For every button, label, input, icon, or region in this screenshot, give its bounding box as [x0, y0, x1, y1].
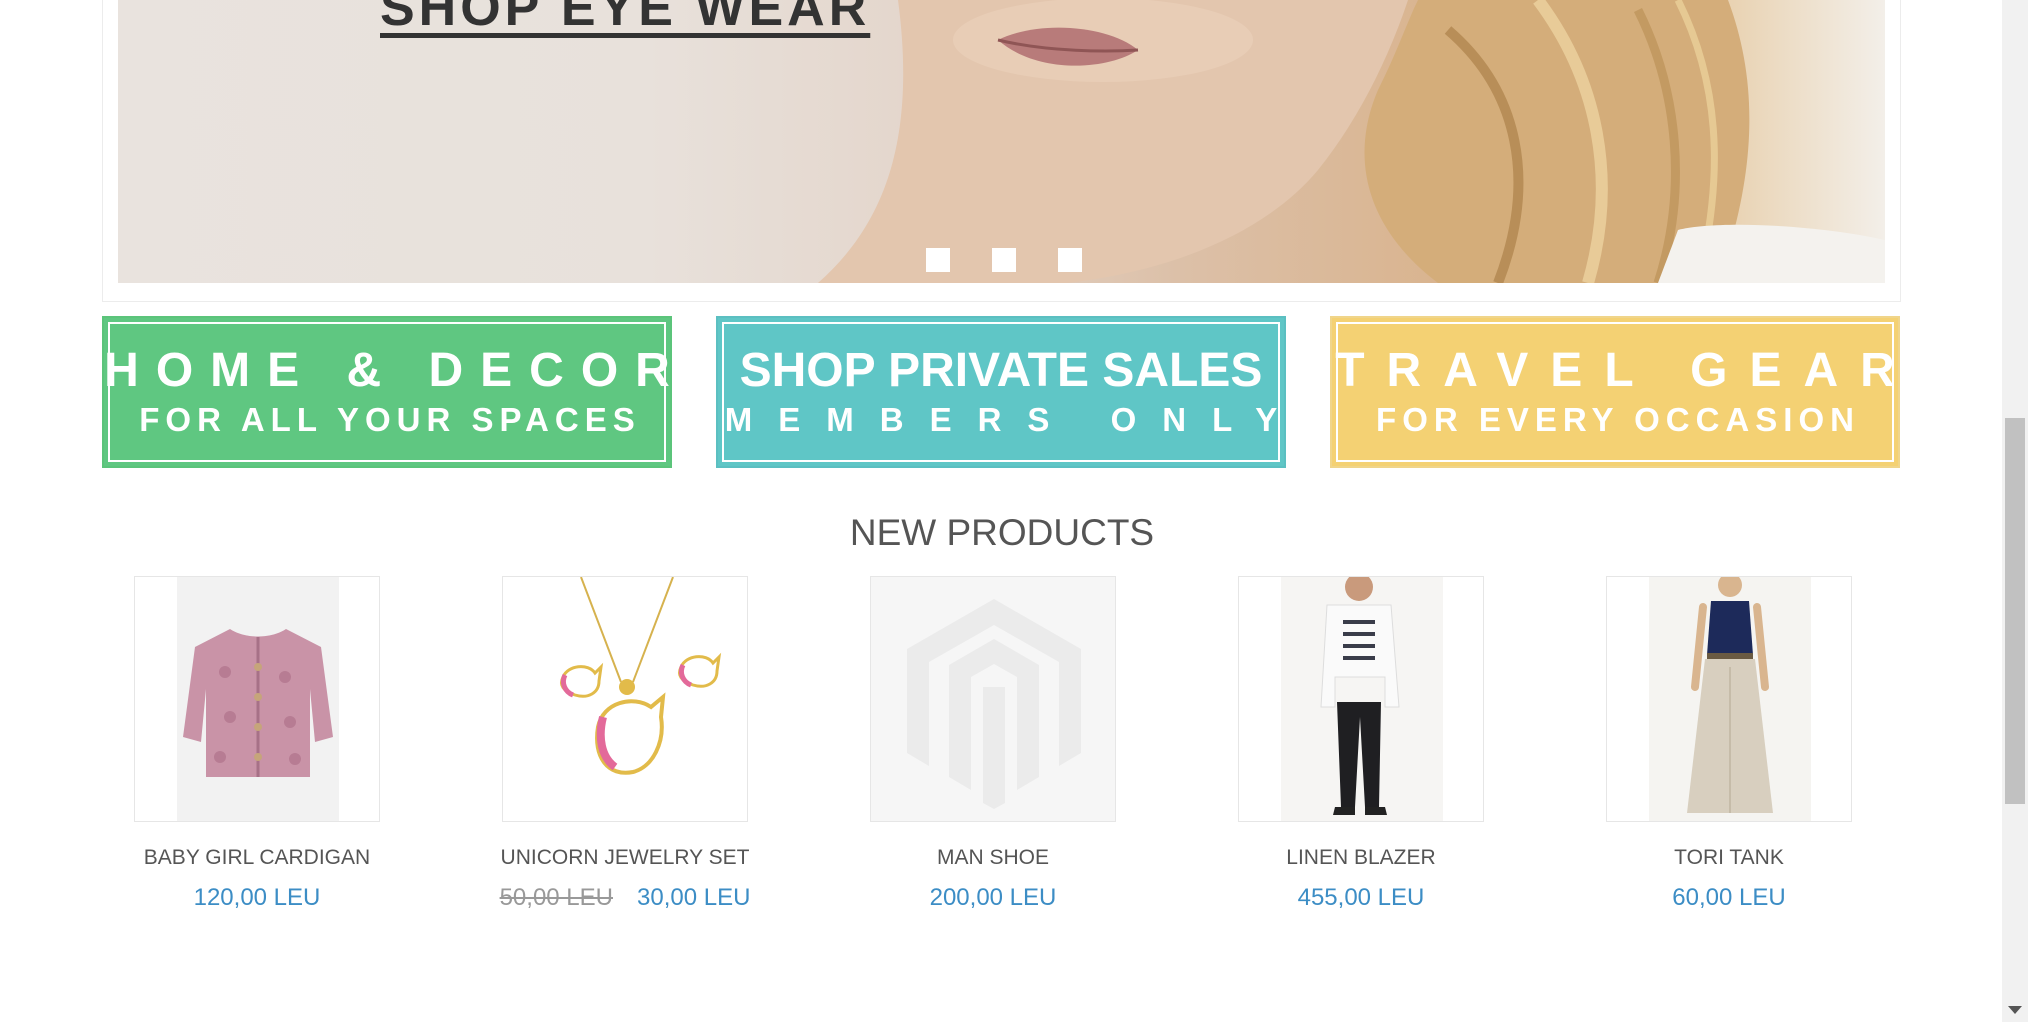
product-name-link[interactable]: LINEN BLAZER	[1158, 846, 1564, 870]
new-products-title: NEW PRODUCTS	[849, 512, 1155, 553]
product-name-link[interactable]: TORI TANK	[1526, 846, 1932, 870]
product-name-link[interactable]: BABY GIRL CARDIGAN	[54, 846, 460, 870]
price-value: 60,00 LEU	[1672, 884, 1786, 911]
promo-subtitle: FOR EVERY OCCASION	[1376, 401, 1860, 438]
promo-subtitle: FOR ALL YOUR SPACES	[139, 401, 641, 438]
price-value: 120,00 LEU	[193, 884, 321, 911]
woman-tank-image	[1649, 577, 1811, 821]
promo-title: HOME & DECOR	[104, 344, 687, 397]
promo-title: TRAVEL GEAR	[1335, 344, 1917, 397]
promo-subtitle: MEMBERS ONLY	[724, 401, 1304, 438]
product-name-link[interactable]: MAN SHOE	[790, 846, 1196, 870]
hero-woman-image	[818, 0, 1885, 283]
product-image-link[interactable]	[1238, 576, 1484, 822]
hero-slide[interactable]: SHOP EYE WEAR	[118, 0, 1885, 283]
slider-dot-3[interactable]	[1058, 248, 1082, 272]
man-blazer-image	[1281, 577, 1443, 821]
product-image-link[interactable]	[1606, 576, 1852, 822]
product-card: TORI TANK 60,00 LEU	[1606, 576, 1852, 911]
product-image-link[interactable]	[870, 576, 1116, 822]
promo-home-decor[interactable]: HOME & DECOR FOR ALL YOUR SPACES	[102, 316, 672, 468]
promo-private-sales[interactable]: SHOP PRIVATE SALES MEMBERS ONLY	[716, 316, 1286, 468]
shop-eyewear-link[interactable]: SHOP EYE WEAR	[380, 0, 870, 38]
scroll-down-arrow-icon[interactable]	[2008, 1006, 2022, 1014]
slider-dot-1[interactable]	[926, 248, 950, 272]
unicorn-jewelry-image	[560, 577, 722, 775]
promo-travel-gear[interactable]: TRAVEL GEAR FOR EVERY OCCASION	[1330, 316, 1900, 468]
scrollbar-thumb[interactable]	[2005, 418, 2025, 804]
promo-title: SHOP PRIVATE SALES	[739, 344, 1263, 397]
product-image-link[interactable]	[134, 576, 380, 822]
product-price: 455,00 LEU	[1158, 884, 1564, 912]
price-value: 200,00 LEU	[929, 884, 1057, 911]
slider-dot-2[interactable]	[992, 248, 1016, 272]
page-scrollbar[interactable]	[2002, 0, 2028, 1022]
product-name-link[interactable]: UNICORN JEWELRY SET	[422, 846, 828, 870]
product-price: 60,00 LEU	[1526, 884, 1932, 912]
product-price: 200,00 LEU	[790, 884, 1196, 912]
product-card: BABY GIRL CARDIGAN 120,00 LEU	[134, 576, 380, 911]
placeholder-logo-image	[907, 599, 1081, 809]
product-card: MAN SHOE 200,00 LEU	[870, 576, 1116, 911]
product-card: LINEN BLAZER 455,00 LEU	[1238, 576, 1484, 911]
price-value: 455,00 LEU	[1297, 884, 1425, 911]
product-price: 120,00 LEU	[54, 884, 460, 912]
product-price: 50,00 LEU 30,00 LEU	[422, 884, 828, 912]
product-image-link[interactable]	[502, 576, 748, 822]
price-value: 30,00 LEU	[637, 884, 751, 911]
product-card: UNICORN JEWELRY SET 50,00 LEU 30,00 LEU	[500, 576, 750, 911]
pink-cardigan-image	[177, 577, 339, 821]
old-price-value: 50,00 LEU	[499, 884, 613, 911]
